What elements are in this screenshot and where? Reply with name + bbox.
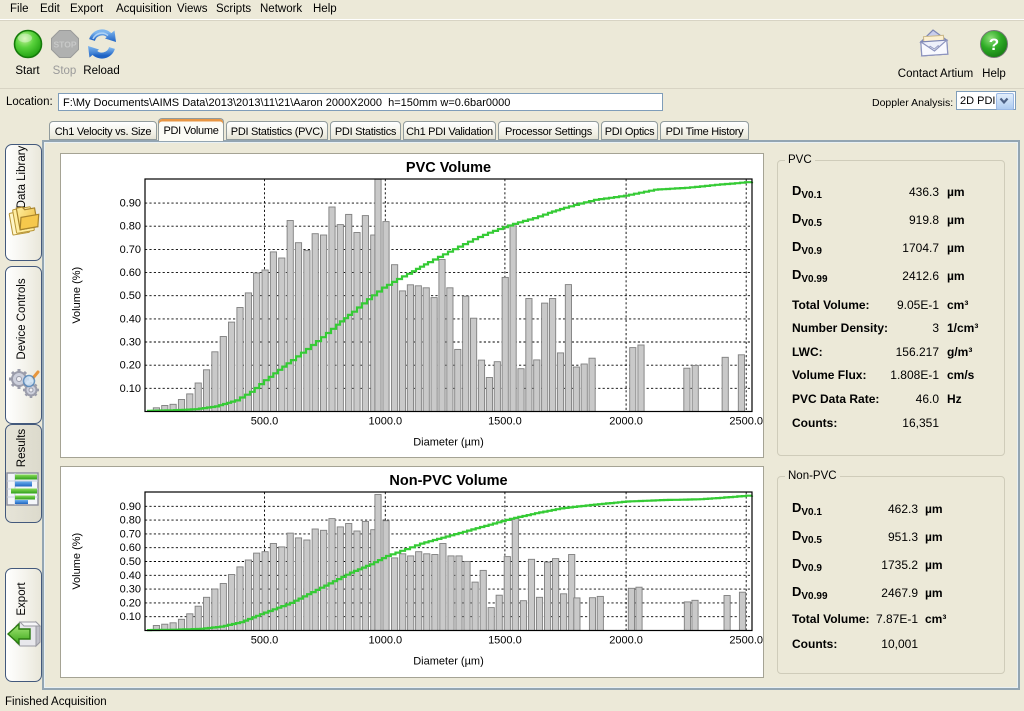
- svg-text:0.70: 0.70: [120, 528, 141, 540]
- svg-text:0.90: 0.90: [120, 198, 141, 210]
- svg-text:0.50: 0.50: [120, 290, 141, 302]
- svg-text:0.20: 0.20: [120, 360, 141, 372]
- svg-text:500.0: 500.0: [251, 635, 279, 647]
- svg-text:Volume (%): Volume (%): [71, 267, 83, 324]
- svg-text:0.60: 0.60: [120, 267, 141, 279]
- svg-text:Diameter (µm): Diameter (µm): [413, 656, 484, 668]
- svg-text:0.10: 0.10: [120, 383, 141, 395]
- svg-text:0.30: 0.30: [120, 584, 141, 596]
- svg-text:1000.0: 1000.0: [368, 416, 402, 428]
- svg-text:Diameter (µm): Diameter (µm): [413, 437, 484, 449]
- svg-text:0.50: 0.50: [120, 556, 141, 568]
- svg-text:Volume (%): Volume (%): [71, 533, 83, 590]
- svg-text:2000.0: 2000.0: [609, 416, 643, 428]
- svg-text:1000.0: 1000.0: [368, 635, 402, 647]
- svg-text:0.80: 0.80: [120, 221, 141, 233]
- svg-text:500.0: 500.0: [251, 416, 279, 428]
- svg-text:0.30: 0.30: [120, 337, 141, 349]
- svg-text:PVC Volume: PVC Volume: [406, 160, 491, 176]
- svg-text:0.40: 0.40: [120, 313, 141, 325]
- svg-text:0.70: 0.70: [120, 244, 141, 256]
- svg-text:Non-PVC Volume: Non-PVC Volume: [389, 473, 507, 489]
- svg-text:STOP: STOP: [54, 40, 77, 50]
- svg-text:0.10: 0.10: [120, 611, 141, 623]
- svg-text:0.80: 0.80: [120, 515, 141, 527]
- svg-text:1500.0: 1500.0: [488, 635, 522, 647]
- svg-text:0.20: 0.20: [120, 597, 141, 609]
- svg-text:0.60: 0.60: [120, 542, 141, 554]
- svg-text:2500.0: 2500.0: [729, 635, 763, 647]
- svg-text:1500.0: 1500.0: [488, 416, 522, 428]
- svg-text:2000.0: 2000.0: [609, 635, 643, 647]
- svg-text:0.90: 0.90: [120, 501, 141, 513]
- svg-text:0.40: 0.40: [120, 570, 141, 582]
- svg-text:?: ?: [989, 35, 999, 54]
- svg-text:2500.0: 2500.0: [729, 416, 763, 428]
